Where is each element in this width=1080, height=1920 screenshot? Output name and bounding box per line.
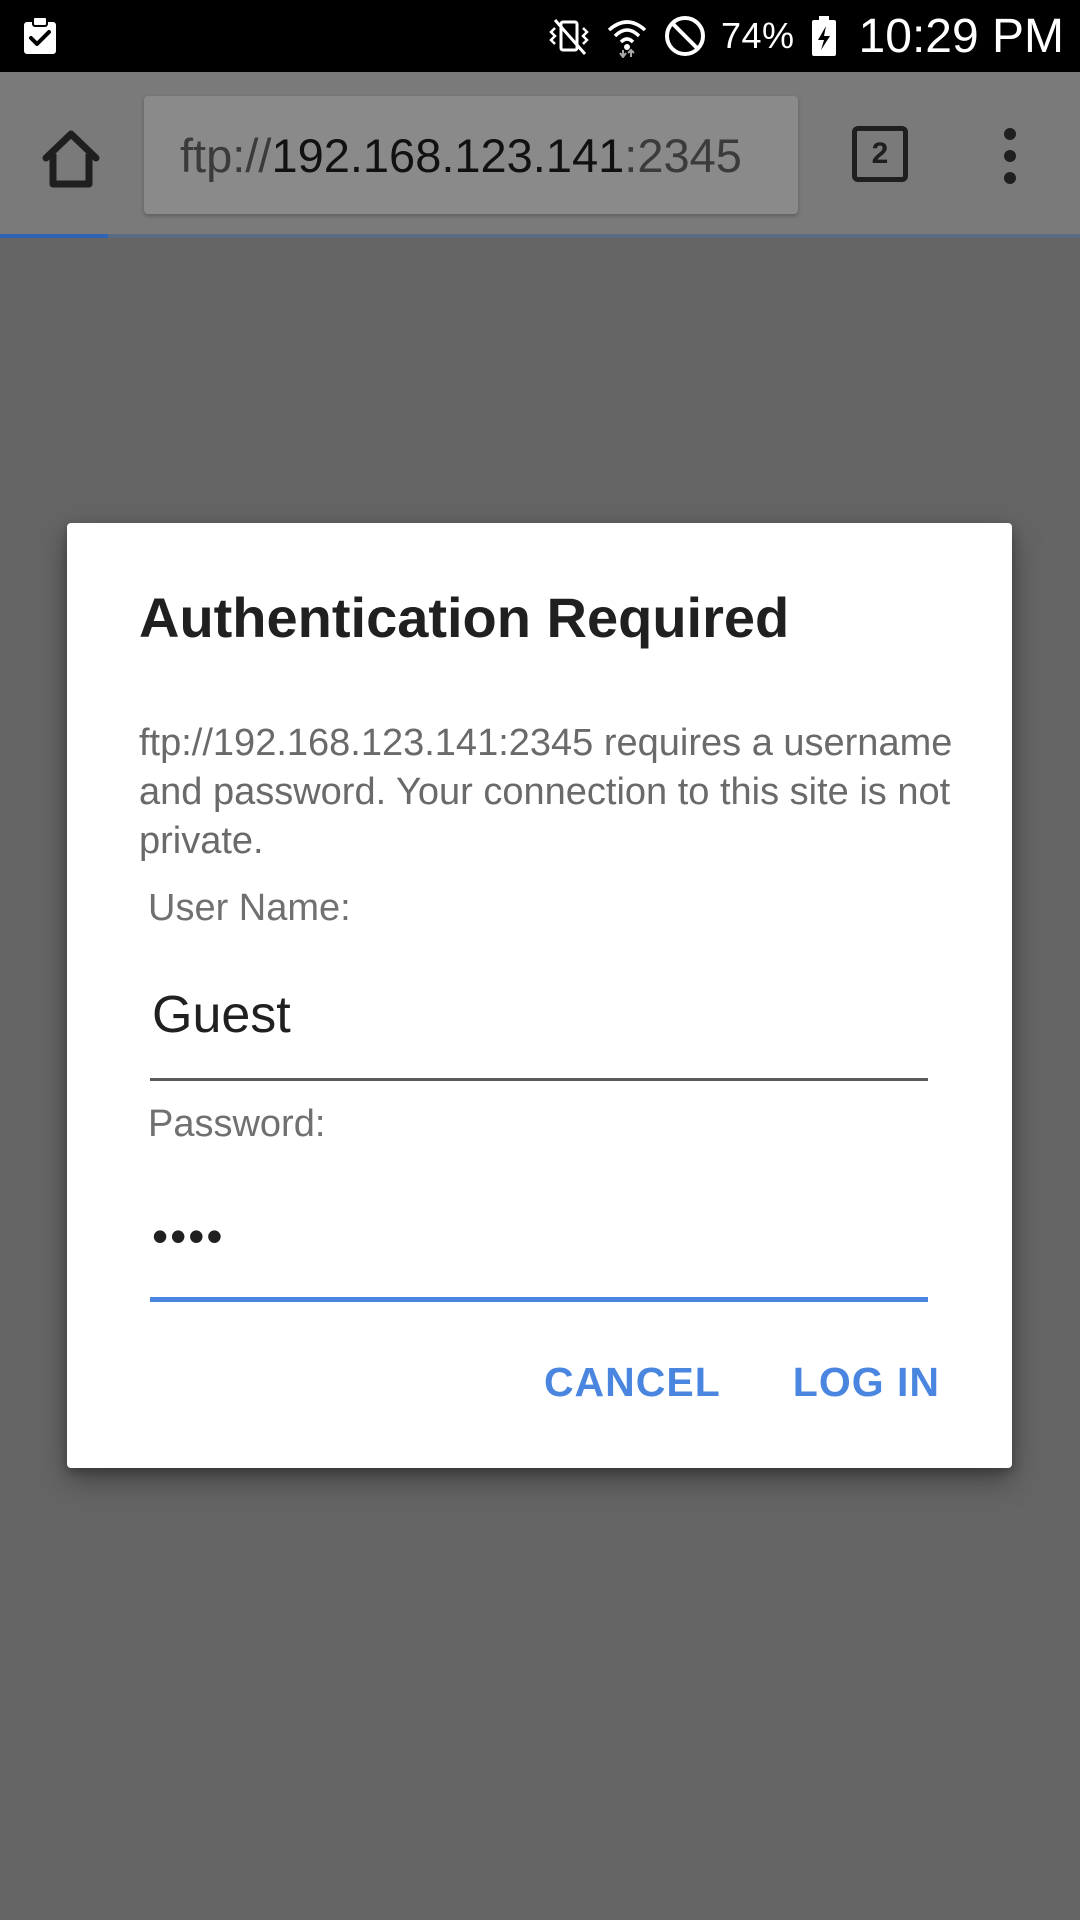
cancel-button[interactable]: CANCEL xyxy=(544,1359,721,1406)
status-time: 10:29 PM xyxy=(858,9,1064,63)
url-bar[interactable]: ftp://192.168.123.141:2345 xyxy=(144,96,798,214)
username-value: Guest xyxy=(152,986,291,1044)
battery-percent: 74% xyxy=(720,15,795,56)
wifi-icon xyxy=(607,20,647,58)
dialog-actions: CANCEL LOG IN xyxy=(544,1359,940,1406)
auth-dialog: Authentication Required ftp://192.168.12… xyxy=(67,523,1012,1468)
tab-switcher-button[interactable]: 2 xyxy=(852,126,908,182)
status-bar: 74% 10:29 PM xyxy=(0,0,1080,72)
browser-toolbar: ftp://192.168.123.141:2345 2 xyxy=(0,72,1080,238)
more-vert-icon[interactable] xyxy=(990,126,1030,186)
home-icon[interactable] xyxy=(36,124,106,194)
login-button[interactable]: LOG IN xyxy=(793,1359,940,1406)
page-load-progress xyxy=(0,234,1080,238)
password-label: Password: xyxy=(148,1103,326,1145)
clipboard-check-icon xyxy=(24,16,56,54)
status-icons: 74% 10:29 PM xyxy=(547,0,1064,72)
vibrate-mute-icon xyxy=(549,19,589,55)
password-field[interactable]: •••• xyxy=(150,1203,928,1302)
battery-charging-icon xyxy=(811,16,836,56)
username-field[interactable]: Guest xyxy=(150,985,928,1081)
url-host: 192.168.123.141 xyxy=(271,128,625,182)
progress-fill xyxy=(0,234,108,238)
dialog-title: Authentication Required xyxy=(139,586,790,649)
tab-count: 2 xyxy=(871,137,889,170)
password-value: •••• xyxy=(152,1210,225,1262)
url-port: :2345 xyxy=(624,128,742,182)
username-label: User Name: xyxy=(148,887,351,929)
url-scheme: ftp:// xyxy=(180,128,272,182)
dialog-message: ftp://192.168.123.141:2345 requires a us… xyxy=(139,722,953,862)
do-not-disturb-icon xyxy=(664,16,705,56)
